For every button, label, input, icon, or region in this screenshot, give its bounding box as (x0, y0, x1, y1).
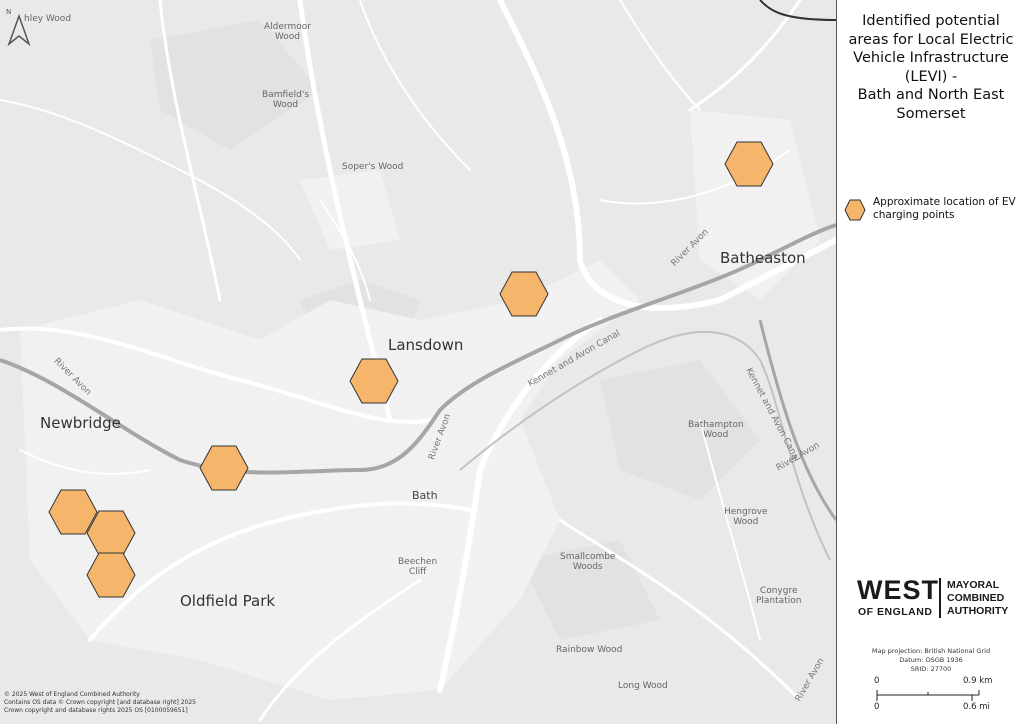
projection-info: Map projection: British National Grid Da… (837, 647, 1024, 674)
copyright-line: © 2025 West of England Combined Authorit… (4, 691, 140, 698)
label-conygre-plantation: Conygre Plantation (756, 586, 802, 606)
label-ashley-wood: hley Wood (24, 14, 72, 24)
map-title-line: (LEVI) - (904, 68, 958, 85)
projection-line: Datum: OSGB 1936 (899, 656, 963, 664)
label-long-wood: Long Wood (618, 681, 668, 691)
label-batheaston: Batheaston (720, 249, 806, 267)
projection-line: SRID: 27700 (910, 665, 952, 673)
label-sopers-wood: Soper's Wood (342, 162, 404, 172)
legend-hexagon-icon (843, 198, 867, 227)
map-title-line: Identified potential (862, 13, 1000, 29)
map-title-line: areas for Local Electric (848, 31, 1014, 48)
label-lansdown: Lansdown (388, 336, 464, 354)
logo-of-england-text: OF ENGLAND (858, 606, 933, 618)
scale-mi-zero: 0 (874, 702, 880, 712)
copyright-line: Contains OS data © Crown copyright [and … (4, 699, 196, 706)
logo-west-text: WEST (857, 575, 939, 605)
map-title-line: Somerset (896, 105, 966, 122)
north-label: N (6, 8, 11, 16)
label-newbridge: Newbridge (40, 414, 121, 432)
label-bath: Bath (412, 489, 438, 502)
map-title-line: Vehicle Infrastructure (853, 50, 1009, 66)
logo-mayoral: MAYORAL (947, 579, 1000, 591)
copyright-notice: © 2025 West of England Combined Authorit… (4, 691, 196, 715)
copyright-line: Crown copyright and database rights 2025… (4, 707, 188, 714)
logo-authority: AUTHORITY (947, 605, 1009, 617)
label-aldermoor-wood: Aldermoor Wood (264, 22, 311, 42)
scale-bar: 0 0.9 km 0 0.6 mi (867, 676, 1017, 716)
scale-bar-graphic (876, 690, 980, 701)
label-hengrove-wood: Hengrove Wood (724, 507, 768, 527)
scale-km-zero: 0 (874, 676, 880, 686)
map-layout: N hley Wood Aldermoor Wood Bamfield's Wo… (0, 0, 1024, 724)
label-beechen-cliff: Beechen Cliff (398, 557, 438, 577)
label-bathampton-wood: Bathampton Wood (688, 420, 744, 440)
label-rainbow-wood: Rainbow Wood (556, 645, 623, 655)
logo-combined: COMBINED (947, 592, 1005, 604)
projection-line: Map projection: British National Grid (871, 647, 991, 655)
scale-km-value: 0.9 km (963, 676, 993, 686)
label-smallcombe-woods: Smallcombe Woods (560, 552, 616, 572)
map-frame[interactable]: N hley Wood Aldermoor Wood Bamfield's Wo… (0, 0, 836, 724)
map-title-line: Bath and North East (857, 87, 1005, 103)
logo-authority-text: MAYORAL COMBINED AUTHORITY (947, 579, 1008, 618)
scale-mi-value: 0.6 mi (963, 702, 990, 712)
map-side-panel: Identified potential areas for Local Ele… (836, 0, 1024, 724)
logo-divider (939, 578, 941, 618)
legend-label: Approximate location of EV charging poin… (873, 196, 1016, 221)
label-oldfield-park: Oldfield Park (180, 592, 276, 610)
basemap (0, 0, 836, 722)
map-title: Identified potential areas for Local Ele… (841, 12, 1021, 123)
label-bamfields-wood: Bamfield's Wood (262, 90, 310, 110)
